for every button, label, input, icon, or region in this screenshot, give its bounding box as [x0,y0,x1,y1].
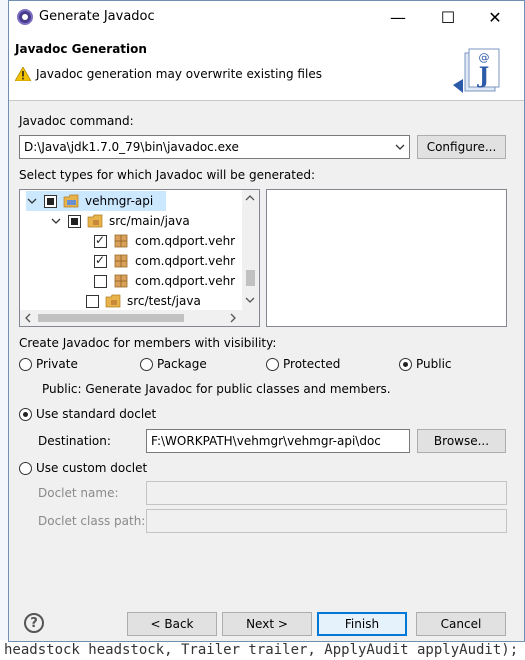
project-folder-icon [63,194,79,208]
close-button[interactable]: ✕ [472,1,518,33]
types-tree[interactable]: vehmgr-api src/main/java com.qdport.vehr… [19,189,260,327]
tree-item-label: vehmgr-api [85,194,154,208]
banner-title: Javadoc Generation [15,42,147,56]
tree-horizontal-scrollbar[interactable] [20,310,259,326]
header-banner: Javadoc Generation Javadoc generation ma… [9,33,524,101]
tree-checkbox[interactable] [94,253,107,268]
tree-item-label: src/main/java [109,214,190,228]
minimize-button[interactable]: — [375,1,421,33]
scroll-thumb[interactable] [38,314,184,322]
tree-item-label: com.qdport.vehr [135,274,236,288]
javadoc-logo-icon: @ J [453,48,500,93]
doclet-name-label: Doclet name: [38,486,119,500]
radio-protected[interactable]: Protected [266,357,340,371]
doclet-class-path-label: Doclet class path: [38,514,146,528]
radio-dot[interactable] [19,407,32,421]
destination-input[interactable]: F:\WORKPATH\vehmgr\vehmgr-api\doc [146,429,410,453]
tree-checkbox[interactable] [68,214,81,228]
scroll-right-icon[interactable] [229,313,237,323]
tree-item-label: src/test/java [127,294,201,308]
visibility-description: Public: Generate Javadoc for public clas… [42,382,391,396]
package-folder-icon [105,294,121,308]
browse-button[interactable]: Browse... [417,429,506,453]
javadoc-command-label: Javadoc command: [19,114,134,128]
tree-checkbox[interactable] [86,294,99,308]
expand-chevron-icon[interactable] [50,215,62,227]
tree-row-project[interactable]: vehmgr-api [26,191,166,211]
tree-row-source-folder[interactable]: src/test/java [68,291,201,311]
radio-dot[interactable] [19,357,32,371]
warning-icon [15,67,31,81]
tree-item-label: com.qdport.vehr [135,234,236,248]
radio-custom-doclet[interactable]: Use custom doclet [19,461,147,475]
radio-package[interactable]: Package [140,357,207,371]
eclipse-icon [17,9,33,25]
package-icon [114,234,128,248]
radio-label: Private [36,357,78,371]
destination-label: Destination: [38,434,111,448]
javadoc-command-combo[interactable]: D:\Java\jdk1.7.0_79\bin\javadoc.exe [19,135,410,159]
radio-public[interactable]: Public [399,357,452,371]
chevron-down-icon[interactable] [395,142,405,152]
cancel-button[interactable]: Cancel [416,612,506,636]
destination-value: F:\WORKPATH\vehmgr\vehmgr-api\doc [151,434,381,448]
finish-button[interactable]: Finish [317,612,407,636]
radio-label: Use custom doclet [36,461,148,475]
tree-checkbox[interactable] [94,233,107,248]
radio-private[interactable]: Private [19,357,78,371]
next-button[interactable]: Next > [222,612,312,636]
javadoc-command-value: D:\Java\jdk1.7.0_79\bin\javadoc.exe [24,140,239,154]
back-button[interactable]: < Back [127,612,217,636]
package-icon [114,254,128,268]
tree-item-label: com.qdport.vehr [135,254,236,268]
tree-checkbox[interactable] [44,194,57,208]
title-bar: Generate Javadoc — ☐ ✕ [9,1,524,33]
radio-dot[interactable] [399,357,412,371]
tree-row-package[interactable]: com.qdport.vehr [94,271,235,291]
scroll-left-icon[interactable] [24,313,32,323]
radio-label: Public [416,357,452,371]
expand-chevron-icon[interactable] [26,195,38,207]
select-types-label: Select types for which Javadoc will be g… [19,168,315,182]
radio-dot[interactable] [266,357,279,371]
tree-vertical-scrollbar[interactable] [242,190,259,311]
radio-dot[interactable] [140,357,153,371]
radio-label: Protected [283,357,341,371]
window-title: Generate Javadoc [39,9,155,24]
visibility-label: Create Javadoc for members with visibili… [19,336,277,350]
package-folder-icon [87,214,103,228]
radio-standard-doclet[interactable]: Use standard doclet [19,407,156,421]
maximize-button[interactable]: ☐ [425,1,471,33]
package-icon [114,274,128,288]
help-icon[interactable]: ? [24,613,44,633]
tree-checkbox[interactable] [94,274,107,288]
tree-row-package[interactable]: com.qdport.vehr [94,251,235,271]
radio-dot[interactable] [19,461,32,475]
scroll-down-icon[interactable] [245,296,255,304]
scroll-up-icon[interactable] [245,194,255,202]
doclet-name-input[interactable] [146,481,507,505]
doclet-class-path-input[interactable] [146,509,507,533]
javadoc-dialog: Generate Javadoc — ☐ ✕ Javadoc Generatio… [8,0,525,642]
radio-label: Package [157,357,207,371]
logo-letter: J [477,63,489,89]
banner-message: Javadoc generation may overwrite existin… [36,67,322,81]
radio-label: Use standard doclet [36,407,157,421]
configure-button[interactable]: Configure... [417,135,506,159]
scroll-thumb[interactable] [246,270,255,286]
editor-code-line: headstock headstock, Trailer trailer, Ap… [0,640,525,660]
types-list[interactable] [266,189,507,327]
tree-row-source-folder[interactable]: src/main/java [50,211,190,231]
tree-row-package[interactable]: com.qdport.vehr [94,231,235,251]
